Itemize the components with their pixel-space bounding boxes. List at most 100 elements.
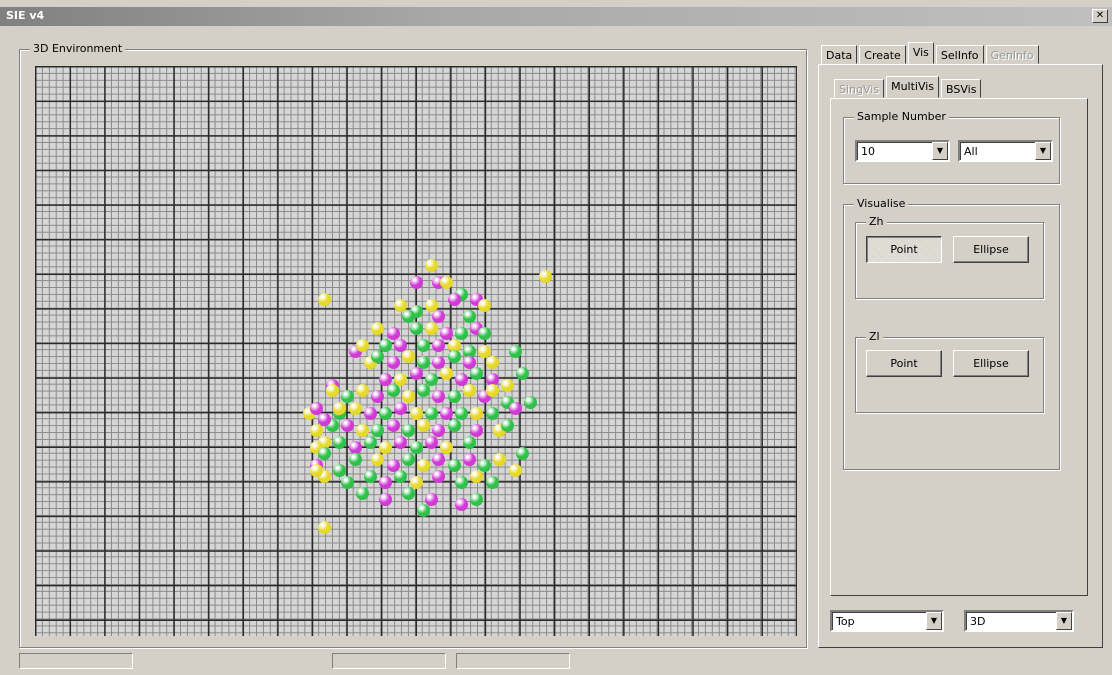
sample-point [439, 327, 453, 341]
sample-point [386, 384, 400, 398]
tab-bsvis[interactable]: BSVis [941, 79, 982, 98]
sample-point [516, 447, 530, 461]
sample-point [348, 401, 362, 415]
sample-point [478, 327, 492, 341]
sample-point [447, 293, 461, 307]
sample-filter-value: All [964, 145, 978, 158]
view-mode-select[interactable]: 3D ▼ [964, 610, 1074, 632]
sample-point [462, 452, 476, 466]
sample-point [470, 469, 484, 483]
sample-point [348, 452, 362, 466]
sample-point [409, 407, 423, 421]
sample-point [409, 321, 423, 335]
tab-data[interactable]: Data [821, 45, 858, 64]
zl-ellipse-button[interactable]: Ellipse [953, 350, 1029, 377]
sample-point [447, 350, 461, 364]
sample-point [356, 384, 370, 398]
sample-point [318, 521, 332, 535]
sample-point [371, 424, 385, 438]
sample-point [447, 390, 461, 404]
zl-point-button[interactable]: Point [866, 350, 942, 377]
sample-point [318, 293, 332, 307]
sample-point [432, 310, 446, 324]
sample-filter-select[interactable]: All ▼ [958, 140, 1053, 162]
sample-point [539, 270, 553, 284]
sample-point [379, 441, 393, 455]
sample-point [386, 418, 400, 432]
sample-point [424, 259, 438, 272]
tab-multivis[interactable]: MultiVis [886, 76, 940, 98]
sub-tabs: SingVis MultiVis BSVis [834, 76, 983, 99]
sample-point [318, 412, 332, 426]
chevron-down-icon[interactable]: ▼ [1035, 142, 1051, 160]
sample-point [439, 407, 453, 421]
view-mode-value: 3D [970, 615, 986, 628]
zh-ellipse-button[interactable]: Ellipse [953, 236, 1029, 263]
sample-point [424, 321, 438, 335]
sample-point [508, 401, 522, 415]
sample-point [470, 407, 484, 421]
sample-point [485, 355, 499, 369]
sample-point [508, 344, 522, 358]
sample-point [417, 458, 431, 472]
sample-point [439, 367, 453, 381]
window-title: SIE v4 [6, 9, 45, 22]
sample-point [455, 407, 469, 421]
sample-point [356, 338, 370, 352]
sample-point [409, 367, 423, 381]
sample-point [333, 435, 347, 449]
sample-point [500, 378, 514, 392]
status-panel-2 [332, 653, 446, 669]
sample-point [478, 458, 492, 472]
sample-point [401, 350, 415, 364]
sample-point [417, 338, 431, 352]
sample-point [432, 424, 446, 438]
sample-count-select[interactable]: 10 ▼ [855, 140, 950, 162]
sample-point [371, 452, 385, 466]
sample-point [462, 435, 476, 449]
sample-point [470, 367, 484, 381]
sample-point [394, 469, 408, 483]
tab-create[interactable]: Create [859, 45, 906, 64]
chevron-down-icon[interactable]: ▼ [926, 612, 942, 630]
sample-point [325, 384, 339, 398]
zh-point-button[interactable]: Point [866, 236, 942, 263]
zh-label: Zh [866, 215, 887, 229]
sample-point [333, 401, 347, 415]
sample-point [363, 435, 377, 449]
sample-point [363, 469, 377, 483]
sample-point [417, 384, 431, 398]
tab-vis[interactable]: Vis [907, 42, 934, 64]
view-orientation-select[interactable]: Top ▼ [830, 610, 944, 632]
sample-point [432, 338, 446, 352]
sample-point [401, 452, 415, 466]
sample-point [447, 418, 461, 432]
status-panel-3 [456, 653, 570, 669]
sample-point [439, 441, 453, 455]
sample-point [432, 469, 446, 483]
sample-number-label: Sample Number [854, 110, 949, 124]
environment-label: 3D Environment [30, 42, 126, 56]
title-bar: SIE v4 ✕ [0, 7, 1112, 26]
tab-singvis: SingVis [834, 79, 885, 98]
sample-point [485, 475, 499, 489]
sample-point [470, 424, 484, 438]
tab-selinfo[interactable]: SelInfo [935, 45, 984, 64]
visualise-label: Visualise [854, 197, 909, 211]
status-panel-1 [19, 653, 133, 669]
sample-point [394, 435, 408, 449]
sample-point [478, 298, 492, 312]
sample-point [386, 355, 400, 369]
3d-viewport[interactable] [35, 66, 797, 636]
chevron-down-icon[interactable]: ▼ [1056, 612, 1072, 630]
chevron-down-icon[interactable]: ▼ [932, 142, 948, 160]
sample-point [500, 418, 514, 432]
sample-point [424, 435, 438, 449]
sample-point [318, 447, 332, 461]
sample-point [401, 310, 415, 324]
sample-point [470, 492, 484, 506]
main-tabs: Data Create Vis SelInfo GenInfo [821, 42, 1041, 65]
close-button[interactable]: ✕ [1092, 9, 1108, 23]
sample-point [340, 418, 354, 432]
sample-point [432, 452, 446, 466]
